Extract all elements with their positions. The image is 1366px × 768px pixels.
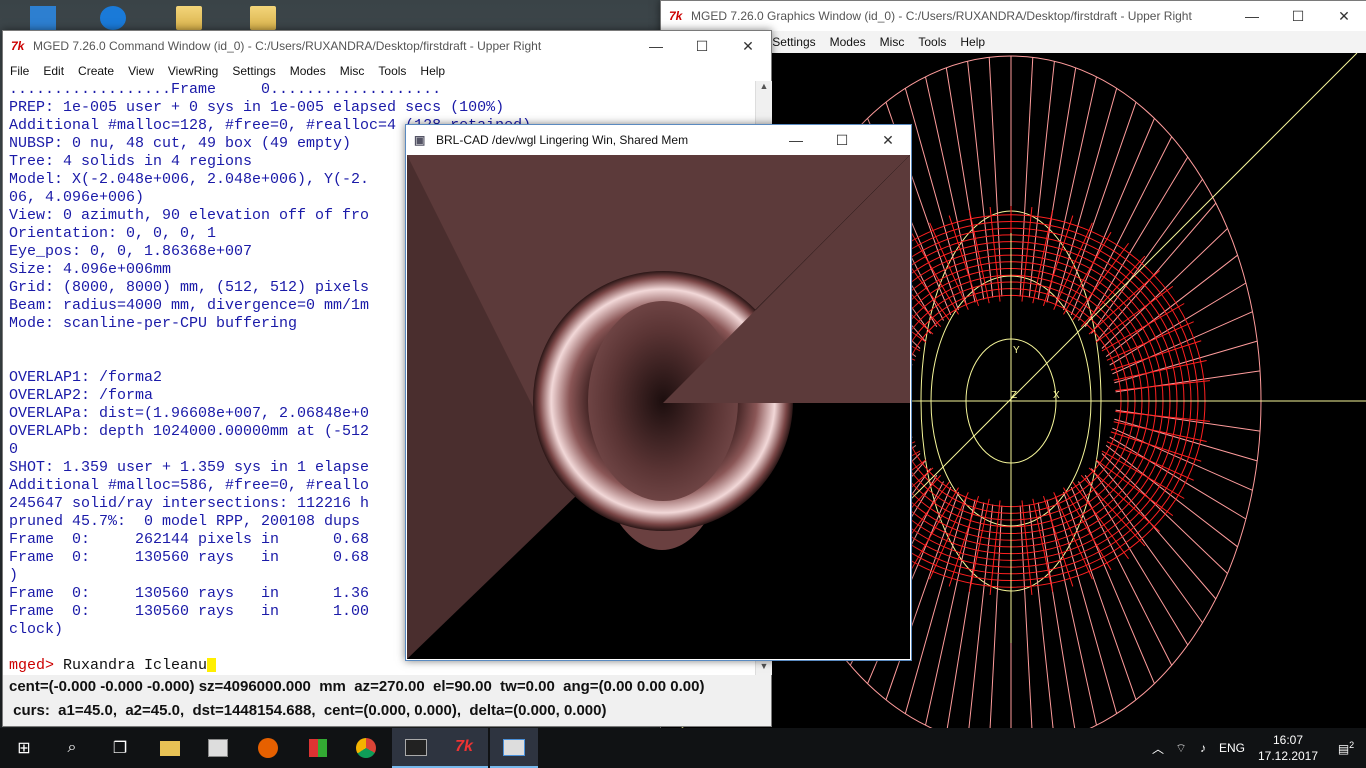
- clock-date: 17.12.2017: [1257, 749, 1319, 763]
- chevron-up-icon[interactable]: ︿: [1146, 740, 1170, 757]
- cmd-menu-settings[interactable]: Settings: [225, 64, 282, 78]
- minimize-button[interactable]: —: [633, 31, 679, 61]
- minimize-button[interactable]: —: [1229, 1, 1275, 31]
- tk-icon: 7k: [669, 9, 683, 23]
- firefox-icon[interactable]: [244, 728, 292, 768]
- command-input[interactable]: Ruxandra Icleanu: [63, 657, 207, 674]
- radial-wire: [1084, 474, 1189, 646]
- folder-icon[interactable]: [250, 6, 276, 30]
- graphics-titlebar[interactable]: 7k MGED 7.26.0 Graphics Window (id_0) - …: [661, 1, 1366, 31]
- cmd-menu-misc[interactable]: Misc: [333, 64, 372, 78]
- start-icon[interactable]: ⊞: [0, 728, 48, 768]
- radial-wire: [1070, 486, 1155, 684]
- brlcad-raytrace-window: ▣ BRL-CAD /dev/wgl Lingering Win, Shared…: [405, 124, 912, 661]
- close-button[interactable]: ✕: [725, 31, 771, 61]
- notification-count: 2: [1349, 740, 1355, 750]
- gfx-menu-modes[interactable]: Modes: [823, 35, 873, 49]
- cmd-menu-tools[interactable]: Tools: [371, 64, 413, 78]
- cmd-menu-help[interactable]: Help: [413, 64, 452, 78]
- prompt-label: mged>: [9, 657, 64, 674]
- store-icon[interactable]: [194, 728, 242, 768]
- radial-wire: [1101, 453, 1228, 574]
- scroll-up-icon[interactable]: ▲: [756, 81, 772, 95]
- cmd-menu-create[interactable]: Create: [71, 64, 121, 78]
- desktop-icon[interactable]: [30, 6, 56, 30]
- taskbar: ⊞ ⌕ ❐ 7k ︿ ⌔ ♪ ENG 16:07 17.12.2017 ▤2: [0, 728, 1366, 768]
- chrome-icon[interactable]: [342, 728, 390, 768]
- folder-icon[interactable]: [176, 6, 202, 30]
- status-view-params: cent=(-0.000 -0.000 -0.000) sz=4096000.0…: [9, 678, 705, 695]
- language-indicator[interactable]: ENG: [1214, 741, 1250, 755]
- notifications-icon[interactable]: ▤2: [1326, 740, 1366, 756]
- cmd-menu-edit[interactable]: Edit: [36, 64, 71, 78]
- network-icon[interactable]: ⌔: [1170, 741, 1192, 756]
- clock[interactable]: 16:07 17.12.2017: [1250, 732, 1326, 764]
- command-menubar: File Edit Create View ViewRing Settings Modes M…: [3, 61, 771, 81]
- search-icon[interactable]: ⌕: [48, 728, 96, 768]
- cmd-menu-file[interactable]: File: [3, 64, 36, 78]
- text-cursor: [207, 658, 217, 673]
- console-line: PREP: 1e-005 user + 0 sys in 1e-005 elap…: [9, 99, 505, 116]
- clock-time: 16:07: [1272, 733, 1304, 747]
- radial-wire: [1054, 88, 1118, 306]
- teamviewer-icon[interactable]: [100, 6, 126, 30]
- rt-titlebar[interactable]: ▣ BRL-CAD /dev/wgl Lingering Win, Shared…: [406, 125, 911, 155]
- status-bar: cent=(-0.000 -0.000 -0.000) sz=4096000.0…: [3, 675, 771, 726]
- tk-icon: 7k: [11, 39, 25, 53]
- radial-wire: [1070, 118, 1155, 316]
- console-line: ..................Frame 0...............…: [9, 81, 442, 98]
- status-cursor-params: curs: a1=45.0, a2=45.0, dst=1448154.688,…: [9, 702, 607, 719]
- radial-wire: [904, 88, 968, 306]
- minimize-button[interactable]: —: [773, 125, 819, 155]
- window-icon: ▣: [414, 133, 426, 147]
- system-tray: ︿ ⌔ ♪ ENG 16:07 17.12.2017 ▤2: [1146, 728, 1366, 768]
- raytrace-image: [407, 155, 910, 659]
- window-title: BRL-CAD /dev/wgl Lingering Win, Shared M…: [436, 133, 689, 147]
- axis-x-label: X: [1053, 390, 1060, 401]
- maximize-button[interactable]: ☐: [1275, 1, 1321, 31]
- window-title: MGED 7.26.0 Graphics Window (id_0) - C:/…: [691, 9, 1192, 23]
- radial-wire: [1084, 156, 1189, 328]
- close-button[interactable]: ✕: [1321, 1, 1366, 31]
- torus-wire: [1113, 359, 1207, 381]
- task-view-icon[interactable]: ❐: [96, 728, 144, 768]
- tk-icon[interactable]: 7k: [440, 728, 488, 768]
- gfx-menu-help[interactable]: Help: [953, 35, 992, 49]
- close-button[interactable]: ✕: [865, 125, 911, 155]
- cmd-menu-view[interactable]: View: [121, 64, 161, 78]
- gfx-menu-settings[interactable]: Settings: [765, 35, 822, 49]
- gfx-menu-tools[interactable]: Tools: [911, 35, 953, 49]
- command-titlebar[interactable]: 7k MGED 7.26.0 Command Window (id_0) - C…: [3, 31, 771, 61]
- gfx-menu-misc[interactable]: Misc: [873, 35, 912, 49]
- maximize-button[interactable]: ☐: [819, 125, 865, 155]
- radial-wire: [904, 496, 968, 714]
- window-icon[interactable]: [490, 728, 538, 768]
- maximize-button[interactable]: ☐: [679, 31, 725, 61]
- file-explorer-icon[interactable]: [146, 728, 194, 768]
- window-title: MGED 7.26.0 Command Window (id_0) - C:/U…: [33, 39, 542, 53]
- torus-wire: [1113, 421, 1207, 443]
- cmd-menu-viewring[interactable]: ViewRing: [161, 64, 225, 78]
- cmd-menu-modes[interactable]: Modes: [283, 64, 333, 78]
- office-icon[interactable]: [294, 728, 342, 768]
- axis-z-label: Z: [1011, 390, 1017, 401]
- radial-wire: [1101, 228, 1228, 349]
- volume-icon[interactable]: ♪: [1192, 741, 1214, 755]
- radial-wire: [1054, 496, 1118, 714]
- scroll-down-icon[interactable]: ▼: [756, 661, 772, 675]
- cmd-icon[interactable]: [392, 728, 440, 768]
- axis-y-label: Y: [1013, 345, 1020, 356]
